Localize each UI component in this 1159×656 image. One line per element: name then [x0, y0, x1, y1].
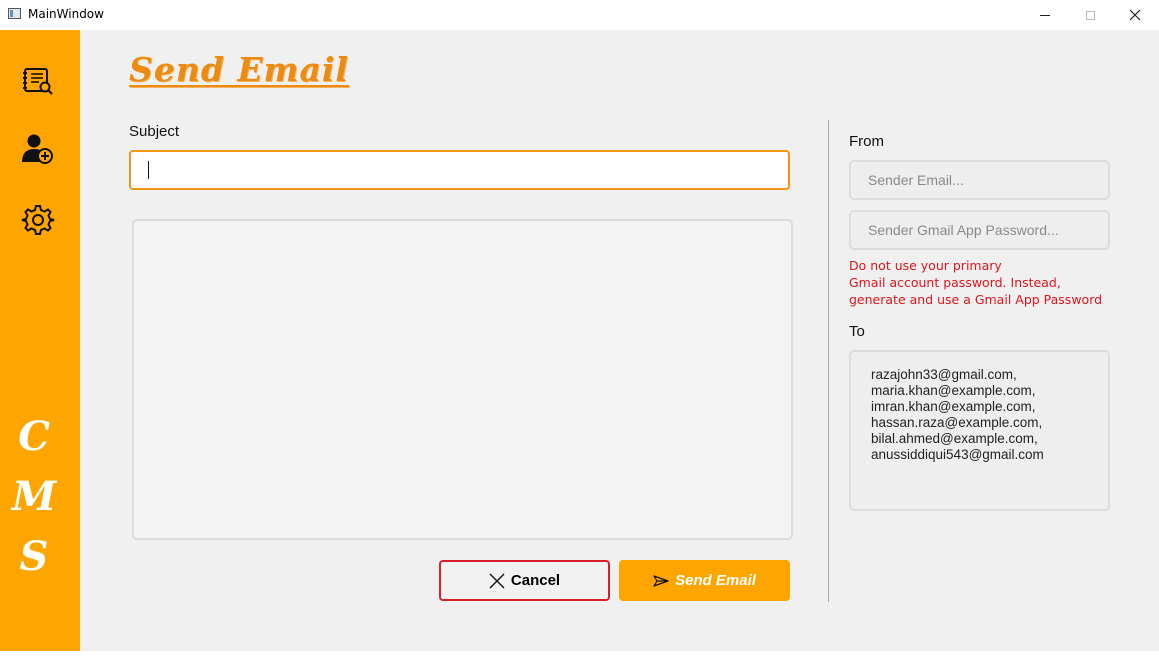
warning-line: Gmail account password. Instead, — [849, 275, 1061, 290]
gear-icon — [21, 205, 55, 235]
recipient-item: anussiddiqui543@gmail.com — [871, 447, 1044, 462]
text-caret — [148, 161, 149, 179]
send-email-button[interactable]: Send Email — [619, 560, 790, 601]
minimize-button[interactable] — [1022, 0, 1068, 30]
sender-email-input[interactable] — [849, 160, 1110, 200]
app-window-icon — [8, 8, 21, 19]
to-label: To — [849, 323, 865, 340]
warning-line: Do not use your primary — [849, 258, 1002, 273]
sidebar-item-add-user[interactable] — [18, 129, 58, 169]
page-title: Send Email — [129, 50, 349, 89]
warning-line: generate and use a Gmail App Password — [849, 292, 1103, 307]
recipient-item: maria.khan@example.com, — [871, 383, 1036, 398]
title-bar: MainWindow — [0, 0, 1159, 30]
window-bottom-edge — [0, 651, 1159, 656]
recipient-item: hassan.raza@example.com, — [871, 415, 1043, 430]
recipient-item: razajohn33@gmail.com, — [871, 367, 1017, 382]
cancel-button-label: Cancel — [510, 572, 561, 589]
close-icon — [1129, 9, 1141, 21]
brand-letter-m: M — [11, 473, 57, 520]
subject-input[interactable] — [129, 150, 790, 190]
sidebar-item-contacts[interactable] — [18, 61, 58, 101]
add-user-icon — [22, 134, 53, 164]
sidebar-item-settings[interactable] — [18, 200, 58, 240]
brand-letter-c: C — [18, 413, 50, 460]
password-warning: Do not use your primary Gmail account pa… — [849, 257, 1109, 308]
sidebar: C M S — [0, 30, 80, 651]
maximize-icon — [1085, 10, 1095, 20]
recipient-item: imran.khan@example.com, — [871, 399, 1036, 414]
close-button[interactable] — [1112, 0, 1158, 30]
panel-divider — [828, 120, 829, 602]
send-icon — [653, 574, 669, 587]
sender-password-input[interactable] — [849, 210, 1110, 250]
from-label: From — [849, 133, 884, 150]
send-email-button-label: Send Email — [675, 572, 756, 589]
brand-letter-s: S — [19, 533, 49, 580]
maximize-button[interactable] — [1067, 0, 1113, 30]
cancel-button[interactable]: Cancel — [439, 560, 610, 601]
minimize-icon — [1040, 14, 1050, 16]
address-book-icon — [23, 68, 53, 95]
recipient-item: bilal.ahmed@example.com, — [871, 431, 1038, 446]
window-title: MainWindow — [28, 7, 104, 21]
subject-label: Subject — [129, 123, 180, 140]
email-body-textarea[interactable] — [132, 219, 793, 540]
close-icon — [489, 573, 505, 588]
recipients-field[interactable]: razajohn33@gmail.com, maria.khan@example… — [849, 350, 1110, 511]
